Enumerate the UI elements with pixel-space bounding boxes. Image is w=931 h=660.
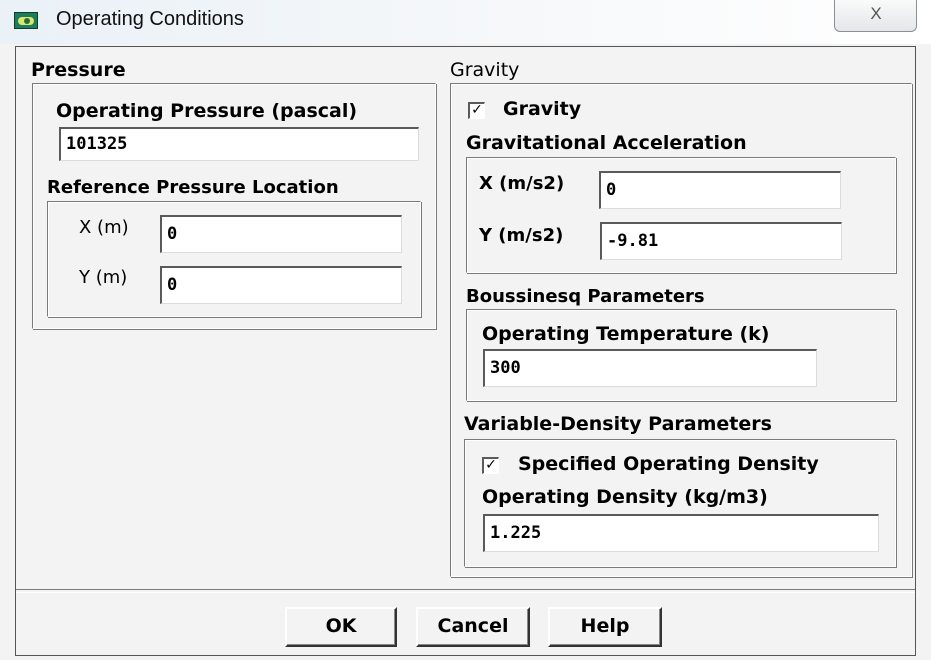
ref-x-field[interactable]: 0 bbox=[160, 215, 402, 253]
title-bar[interactable]: Operating Conditions X bbox=[0, 0, 931, 44]
gravity-x-field[interactable]: 0 bbox=[599, 171, 841, 209]
gravity-y-field[interactable]: -9.81 bbox=[600, 222, 842, 260]
ref-y-label: Y (m) bbox=[79, 267, 128, 288]
close-button[interactable]: X bbox=[834, 0, 917, 32]
gravity-group-label: Gravity bbox=[450, 59, 520, 81]
button-bar-divider bbox=[16, 589, 915, 593]
operating-conditions-dialog: Operating Conditions X Pressure Operatin… bbox=[0, 0, 931, 660]
help-button[interactable]: Help bbox=[548, 607, 662, 647]
gravity-x-label: X (m/s2) bbox=[479, 173, 565, 194]
variable-density-parameters-label: Variable-Density Parameters bbox=[464, 413, 772, 435]
operating-temperature-label: Operating Temperature (k) bbox=[482, 323, 770, 345]
ok-button[interactable]: OK bbox=[285, 607, 397, 647]
ref-y-field[interactable]: 0 bbox=[160, 266, 402, 304]
ref-x-label: X (m) bbox=[79, 217, 129, 238]
boussinesq-parameters-label: Boussinesq Parameters bbox=[466, 286, 705, 307]
specified-operating-density-label[interactable]: Specified Operating Density bbox=[518, 453, 819, 475]
operating-density-label: Operating Density (kg/m3) bbox=[482, 486, 768, 508]
gravity-checkbox[interactable]: ✓ bbox=[468, 102, 485, 119]
reference-pressure-location-label: Reference Pressure Location bbox=[47, 177, 339, 198]
dialog-body: Pressure Operating Pressure (pascal) 101… bbox=[15, 46, 916, 656]
operating-pressure-field[interactable]: 101325 bbox=[59, 127, 419, 161]
specified-operating-density-checkbox[interactable]: ✓ bbox=[482, 457, 499, 474]
operating-density-field[interactable]: 1.225 bbox=[483, 514, 879, 552]
gravitational-acceleration-label: Gravitational Acceleration bbox=[466, 132, 747, 154]
operating-temperature-field[interactable]: 300 bbox=[483, 349, 817, 387]
window-title: Operating Conditions bbox=[56, 8, 244, 30]
cancel-button[interactable]: Cancel bbox=[416, 607, 530, 647]
gravity-checkbox-label[interactable]: Gravity bbox=[503, 98, 581, 120]
gravity-y-label: Y (m/s2) bbox=[479, 225, 564, 246]
operating-pressure-label: Operating Pressure (pascal) bbox=[56, 100, 358, 122]
pressure-group-label: Pressure bbox=[31, 59, 126, 81]
app-icon bbox=[14, 12, 38, 29]
